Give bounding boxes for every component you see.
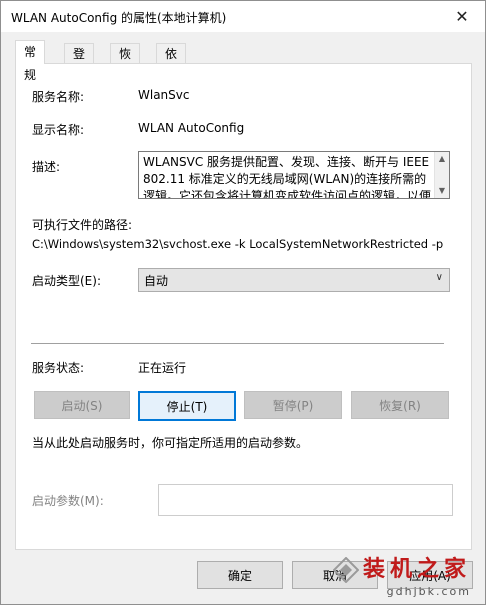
tab-dependencies[interactable]: 依存关系	[156, 43, 187, 121]
tab-general[interactable]: 常规	[15, 40, 46, 82]
tab-recovery[interactable]: 恢复	[110, 43, 141, 81]
close-button[interactable]: ✕	[439, 1, 485, 32]
start-params-input[interactable]	[158, 484, 453, 516]
properties-dialog: WLAN AutoConfig 的属性(本地计算机) ✕ 常规 登录 恢复 依存…	[0, 0, 486, 605]
start-params-label: 启动参数(M):	[32, 494, 104, 508]
close-icon: ✕	[455, 7, 469, 26]
ok-button[interactable]: 确定	[197, 561, 283, 589]
stop-button[interactable]: 停止(T)	[138, 391, 236, 421]
resume-button[interactable]: 恢复(R)	[351, 391, 449, 419]
general-panel: 服务名称: WlanSvc 显示名称: WLAN AutoConfig 描述: …	[15, 63, 472, 550]
tab-logon[interactable]: 登录	[64, 43, 95, 81]
watermark: 装机之家 gdhjbk.com	[321, 551, 471, 603]
chevron-down-icon: ∨	[435, 272, 443, 283]
watermark-url: gdhjbk.com	[386, 585, 471, 598]
scroll-up-icon[interactable]: ▲	[435, 152, 449, 166]
start-params-hint: 当从此处启动服务时，你可指定所适用的启动参数。	[32, 436, 309, 450]
window-title: WLAN AutoConfig 的属性(本地计算机)	[11, 11, 227, 25]
service-name-value: WlanSvc	[138, 88, 190, 102]
service-status-label: 服务状态:	[32, 361, 85, 375]
description-scrollbar[interactable]: ▲ ▼	[434, 152, 449, 198]
startup-type-select[interactable]: 自动 ∨	[138, 268, 450, 292]
exe-path-value: C:\Windows\system32\svchost.exe -k Local…	[32, 237, 444, 251]
pause-button[interactable]: 暂停(P)	[244, 391, 342, 419]
title-bar: WLAN AutoConfig 的属性(本地计算机) ✕	[1, 1, 485, 32]
scroll-down-icon[interactable]: ▼	[435, 184, 449, 198]
description-box[interactable]: WLANSVC 服务提供配置、发现、连接、断开与 IEEE 802.11 标准定…	[138, 151, 450, 199]
divider	[31, 343, 444, 344]
start-button[interactable]: 启动(S)	[34, 391, 130, 419]
description-label: 描述:	[32, 160, 61, 174]
watermark-logo-icon	[333, 557, 359, 583]
service-status-value: 正在运行	[138, 361, 187, 375]
display-name-value: WLAN AutoConfig	[138, 121, 245, 135]
startup-type-label: 启动类型(E):	[32, 274, 101, 288]
startup-type-value: 自动	[144, 274, 169, 288]
exe-path-label: 可执行文件的路径:	[32, 218, 133, 232]
display-name-label: 显示名称:	[32, 123, 85, 137]
description-text: WLANSVC 服务提供配置、发现、连接、断开与 IEEE 802.11 标准定…	[143, 155, 433, 199]
service-name-label: 服务名称:	[32, 90, 85, 104]
